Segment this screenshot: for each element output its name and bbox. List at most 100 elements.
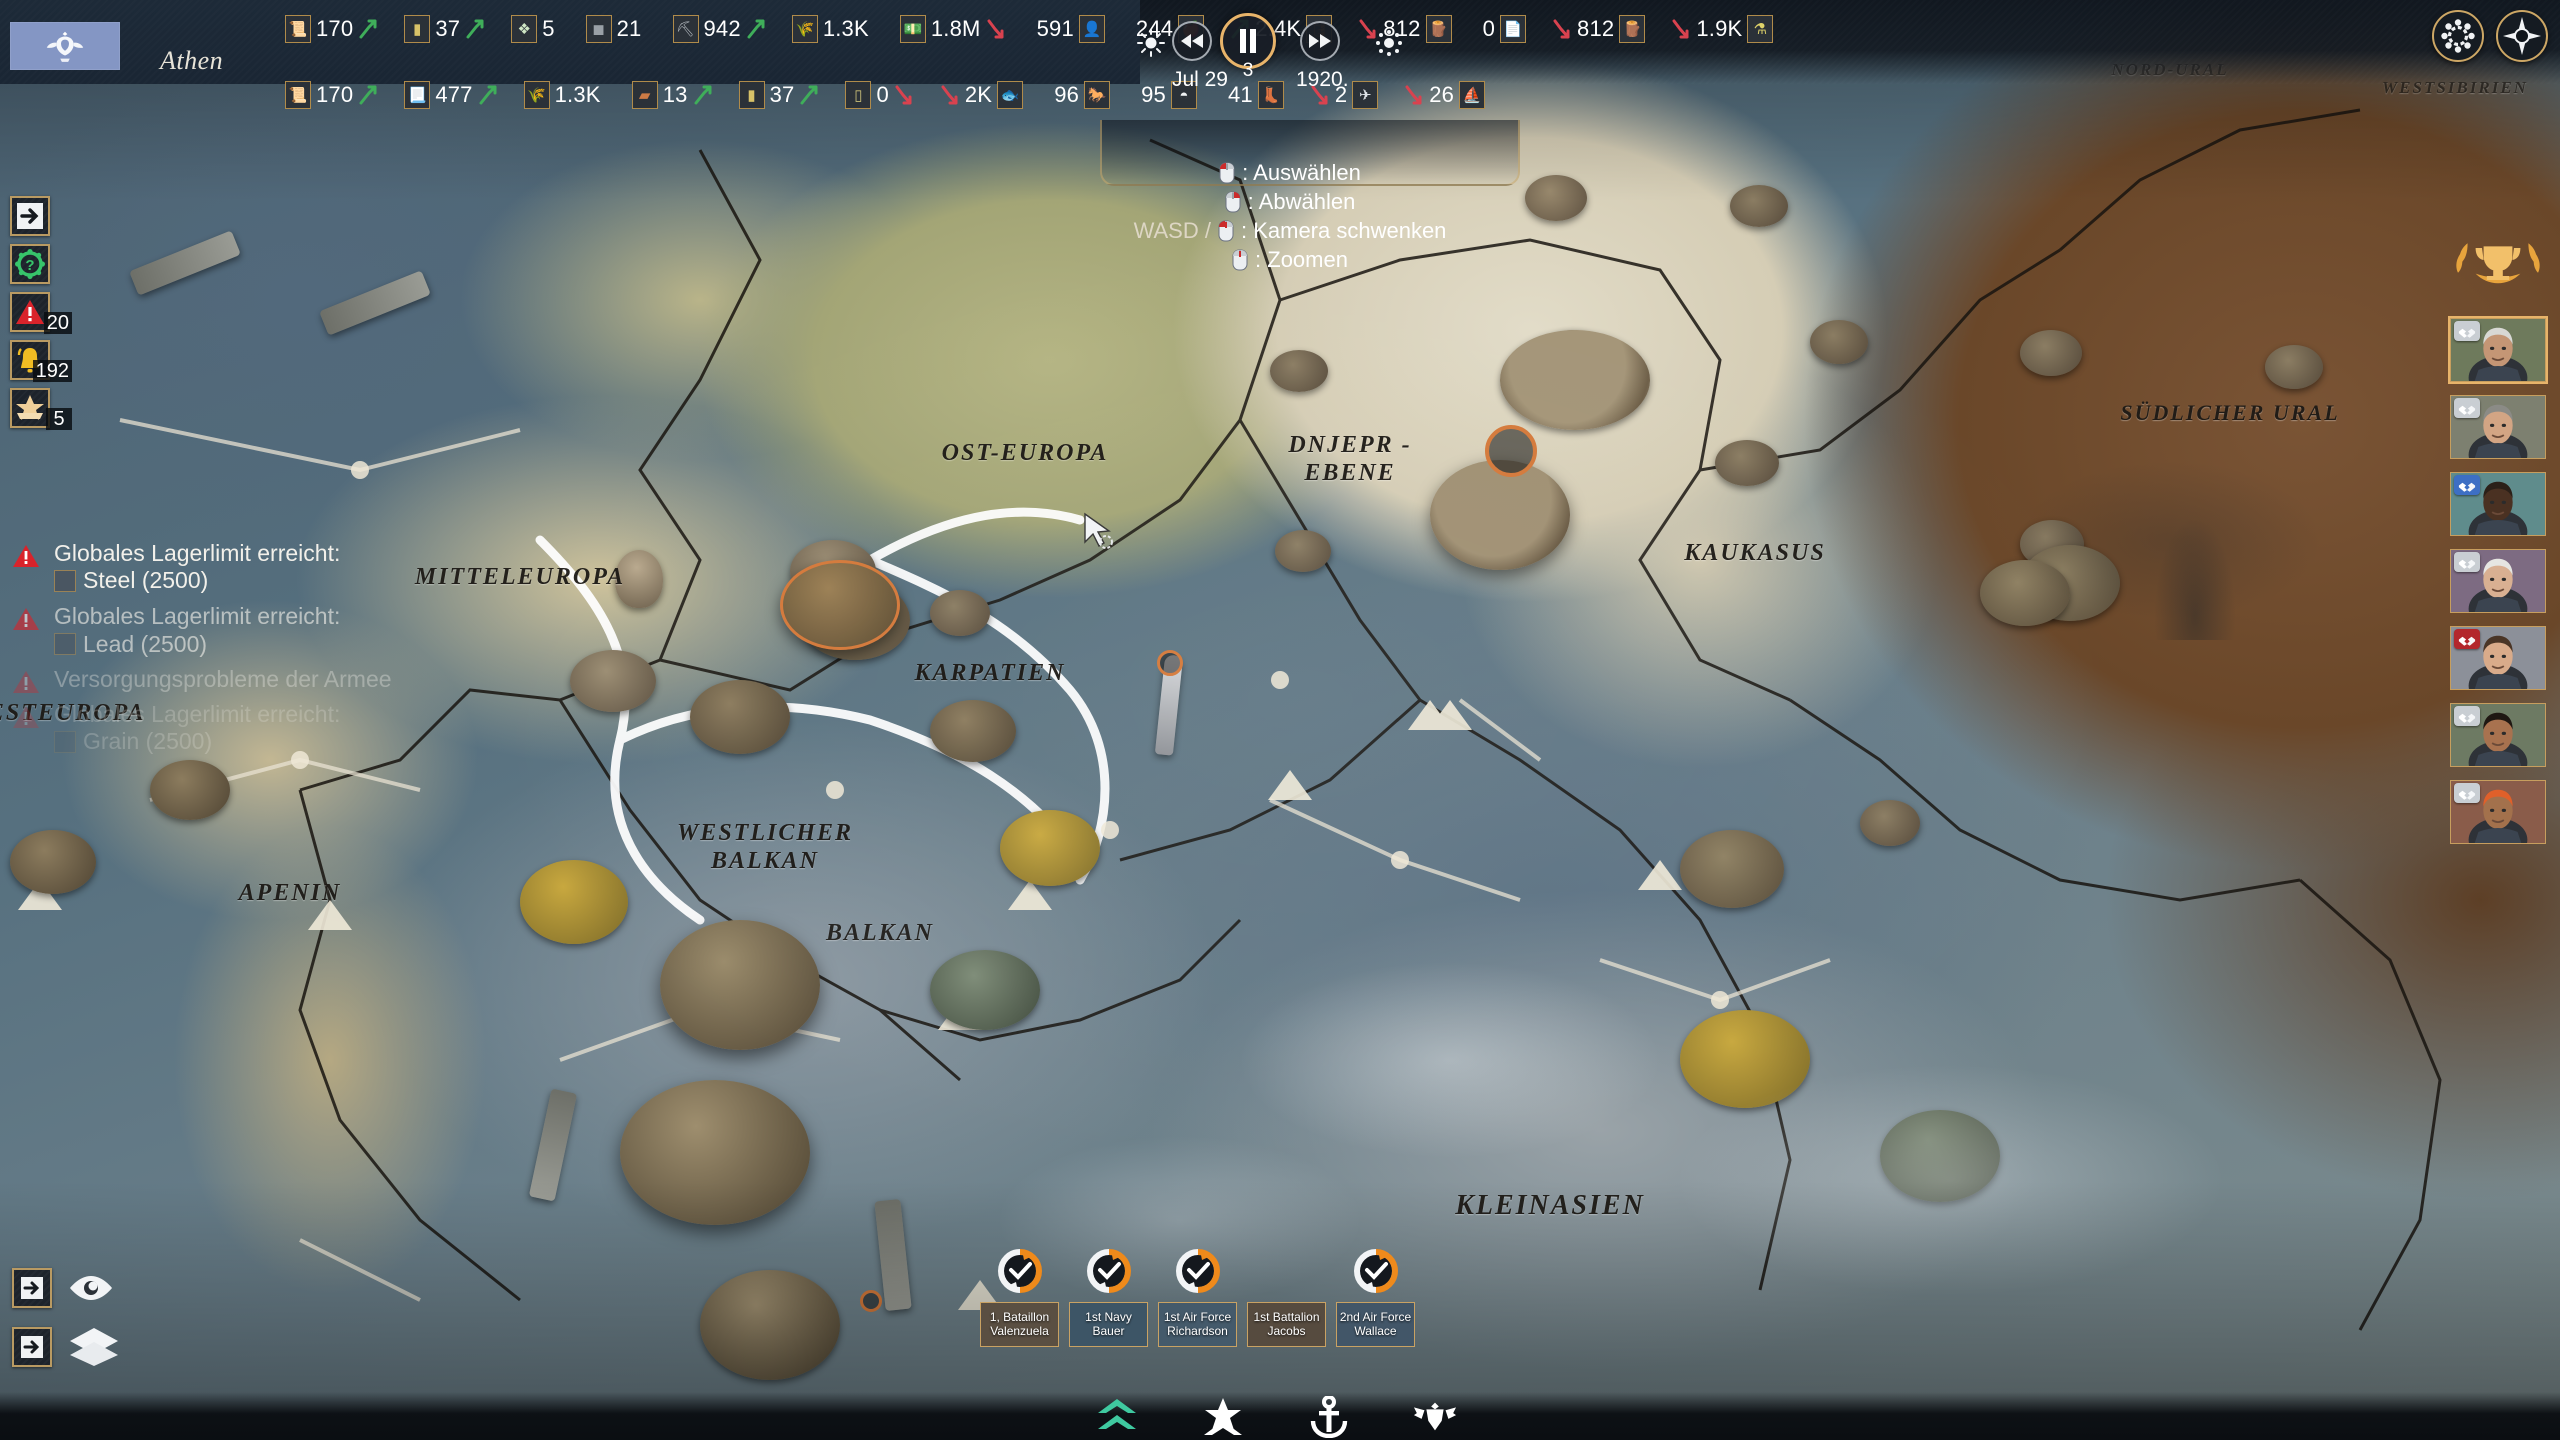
diplomacy-status-badge[interactable] [2454, 552, 2480, 572]
unit-card[interactable]: 1, Bataillon Valenzuela [980, 1302, 1059, 1347]
diplomacy-status-badge[interactable] [2454, 706, 2480, 726]
unit-slot[interactable]: 1st Navy Bauer [1069, 1248, 1148, 1347]
unit-slot[interactable]: 2nd Air Force Wallace [1336, 1248, 1415, 1347]
alert-title: Globales Lagerlimit erreicht: [54, 700, 341, 727]
diplomacy-status-badge[interactable] [2454, 398, 2480, 418]
resource-iron[interactable]: ⛏ 942 [672, 13, 766, 45]
resource-ships[interactable]: 26 ⛵ [1404, 79, 1486, 111]
compass-button[interactable] [2496, 10, 2548, 62]
unit-commander: Wallace [1354, 1323, 1397, 1338]
unit-commander: Bauer [1092, 1323, 1125, 1338]
red-warning-triangle-icon [13, 705, 39, 728]
unit-production-timer[interactable] [1086, 1248, 1132, 1294]
leader-portrait-6[interactable] [2450, 703, 2546, 767]
unit-production-timer[interactable] [1175, 1248, 1221, 1294]
collapse-panel-button[interactable] [10, 196, 50, 236]
diplomacy-status-badge[interactable] [2454, 783, 2480, 803]
unit-card[interactable]: 1st Air Force Richardson [1158, 1302, 1237, 1347]
leader-portrait-7[interactable] [2450, 780, 2546, 844]
resource-coal[interactable]: ◼ 21 [585, 13, 647, 45]
leader-portrait-2[interactable] [2450, 395, 2546, 459]
filter-airforce-button[interactable] [1413, 1396, 1457, 1438]
unit-card-label: 1st Battalion Jacobs [1251, 1310, 1321, 1339]
resource-manpower[interactable]: 📜 170 [285, 79, 378, 111]
filter-army-button[interactable] [1095, 1396, 1139, 1438]
resource-population[interactable]: 591 👤 [1032, 13, 1105, 45]
unit-production-timer[interactable] [1353, 1248, 1399, 1294]
notifications-button[interactable]: 192 [10, 340, 72, 382]
unit-production-timer[interactable] [997, 1248, 1043, 1294]
alert-item[interactable]: Globales Lagerlimit erreicht: Steel (250… [8, 540, 468, 595]
alert-item[interactable]: Globales Lagerlimit erreicht: Grain (250… [8, 701, 468, 756]
resource-grain[interactable]: 🌾 1.3K [523, 79, 606, 111]
resource-horses[interactable]: 96 🐎 [1049, 79, 1111, 111]
badge-count: 5 [46, 408, 72, 430]
resource-value: 0 [1482, 16, 1496, 41]
trend-up-icon [466, 19, 484, 39]
eagle-crest-icon [46, 31, 84, 62]
expand-visibility-button[interactable] [12, 1268, 52, 1308]
resource-rare[interactable]: 0 📄 [1478, 13, 1527, 45]
resource-brass[interactable]: ▮ 37 [404, 13, 485, 45]
resource-rubber[interactable]: ▯ 0 [845, 79, 913, 111]
achievements-button[interactable]: 5 [10, 388, 72, 430]
manpower-icon: 📜 [285, 81, 311, 109]
time-fastforward-button[interactable] [1300, 21, 1340, 61]
resource-manpower[interactable]: 📜 170 [285, 13, 378, 45]
ships-icon: ⛵ [1459, 81, 1486, 109]
unit-card[interactable]: 1st Battalion Jacobs [1247, 1302, 1326, 1347]
resource-grain[interactable]: 🌾 1.3K [791, 13, 874, 45]
unit-slot[interactable]: 1st Battalion Jacobs [1247, 1248, 1326, 1347]
horses-icon: 🐎 [1084, 81, 1111, 109]
leader-portrait-5[interactable] [2450, 626, 2546, 690]
sulfur-icon: ⚗ [1747, 15, 1774, 43]
toggle-map-layers-row[interactable] [12, 1326, 120, 1368]
filter-infantry-button[interactable] [1201, 1396, 1245, 1438]
unit-card[interactable]: 2nd Air Force Wallace [1336, 1302, 1415, 1347]
filter-navy-button[interactable] [1307, 1396, 1351, 1438]
resource-sulfur[interactable]: 1.9K ⚗ [1671, 13, 1774, 45]
resource-money[interactable]: 💵 1.8M [899, 13, 1006, 45]
resource-brass[interactable]: ▮ 37 [738, 79, 820, 111]
unit-commander: Richardson [1167, 1323, 1228, 1338]
leader-portrait-3[interactable] [2450, 472, 2546, 536]
copper-icon: ▰ [631, 81, 658, 109]
resource-wood[interactable]: 812 🪵 [1552, 13, 1646, 45]
resource-fish[interactable]: 2K 🐟 [940, 79, 1024, 111]
date-day-month: Jul 29 [1171, 68, 1228, 91]
resource-value: 477 [435, 82, 473, 107]
handshake-icon [2458, 636, 2476, 646]
toggle-visibility-row[interactable] [12, 1268, 120, 1308]
resource-value: 13 [662, 82, 688, 107]
alert-item[interactable]: Versorgungsprobleme der Armee [8, 666, 468, 694]
resource-copper[interactable]: ▰ 13 [631, 79, 713, 111]
resource-paper[interactable]: 📃 477 [404, 79, 497, 111]
alert-resource: Grain (2500) [54, 727, 468, 756]
eye-icon[interactable] [68, 1273, 114, 1303]
nation-flag[interactable] [10, 22, 120, 70]
unit-card[interactable]: 1st Navy Bauer [1069, 1302, 1148, 1347]
alert-resource: Lead (2500) [54, 630, 468, 659]
layers-icon[interactable] [68, 1326, 120, 1368]
expand-layers-button[interactable] [12, 1327, 52, 1367]
diplomacy-status-badge[interactable] [2454, 321, 2480, 341]
time-rewind-button[interactable] [1172, 21, 1212, 61]
diplomacy-status-badge[interactable] [2454, 475, 2480, 495]
trend-up-icon [747, 19, 765, 39]
leader-portrait-1[interactable] [2450, 318, 2546, 382]
unit-slot[interactable]: 1, Bataillon Valenzuela [980, 1248, 1059, 1347]
anchor-icon [1310, 1396, 1348, 1438]
alert-item[interactable]: Globales Lagerlimit erreicht: Lead (2500… [8, 603, 468, 658]
leader-portrait-4[interactable] [2450, 549, 2546, 613]
alerts-button[interactable]: 20 [10, 292, 72, 334]
sunrise-icon [1136, 28, 1166, 62]
diplomacy-status-badge[interactable] [2454, 629, 2480, 649]
selected-units-bar: 1, Bataillon Valenzuela 1st Navy Bauer 1… [980, 1248, 1415, 1347]
settings-button[interactable] [2432, 10, 2484, 62]
resource-cotton[interactable]: ❖ 5 [511, 13, 559, 45]
unit-slot[interactable]: 1st Air Force Richardson [1158, 1248, 1237, 1347]
star-banner-icon [16, 395, 44, 420]
leader-portrait-list [2450, 318, 2546, 857]
research-button[interactable]: ? [10, 244, 50, 284]
handshake-icon [2458, 405, 2476, 415]
